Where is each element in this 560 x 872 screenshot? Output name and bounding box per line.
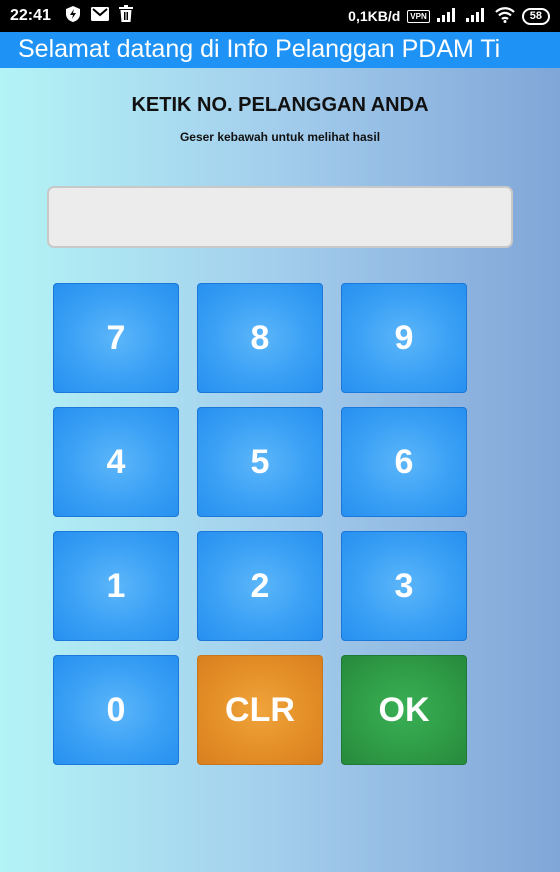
shield-icon — [65, 5, 81, 28]
wifi-icon — [494, 6, 515, 26]
trash-icon — [118, 5, 133, 27]
key-7[interactable]: 7 — [53, 283, 179, 393]
welcome-marquee: Selamat datang di Info Pelanggan PDAM Ti — [0, 32, 560, 68]
marquee-text: Selamat datang di Info Pelanggan PDAM Ti — [18, 35, 501, 63]
ok-button[interactable]: OK — [341, 655, 467, 765]
key-2[interactable]: 2 — [197, 531, 323, 641]
key-6[interactable]: 6 — [341, 407, 467, 517]
page-title: KETIK NO. PELANGGAN ANDA — [131, 94, 429, 116]
status-bar: 22:41 0,1KB/d VPN 58 — [0, 0, 560, 32]
mail-icon — [90, 6, 109, 26]
key-1[interactable]: 1 — [53, 531, 179, 641]
status-time: 22:41 — [10, 7, 51, 24]
customer-number-input[interactable] — [47, 186, 513, 248]
signal-icon — [436, 7, 459, 25]
key-3[interactable]: 3 — [341, 531, 467, 641]
signal-icon-2 — [465, 7, 488, 25]
key-5[interactable]: 5 — [197, 407, 323, 517]
vpn-badge: VPN — [407, 9, 430, 23]
clear-button[interactable]: CLR — [197, 655, 323, 765]
data-rate: 0,1KB/d — [348, 8, 401, 24]
page-subtitle: Geser kebawah untuk melihat hasil — [179, 130, 381, 144]
notification-icons — [65, 5, 133, 28]
battery-indicator: 58 — [521, 7, 550, 25]
key-8[interactable]: 8 — [197, 283, 323, 393]
key-0[interactable]: 0 — [53, 655, 179, 765]
key-4[interactable]: 4 — [53, 407, 179, 517]
status-right: 0,1KB/d VPN 58 — [348, 6, 550, 26]
key-9[interactable]: 9 — [341, 283, 467, 393]
